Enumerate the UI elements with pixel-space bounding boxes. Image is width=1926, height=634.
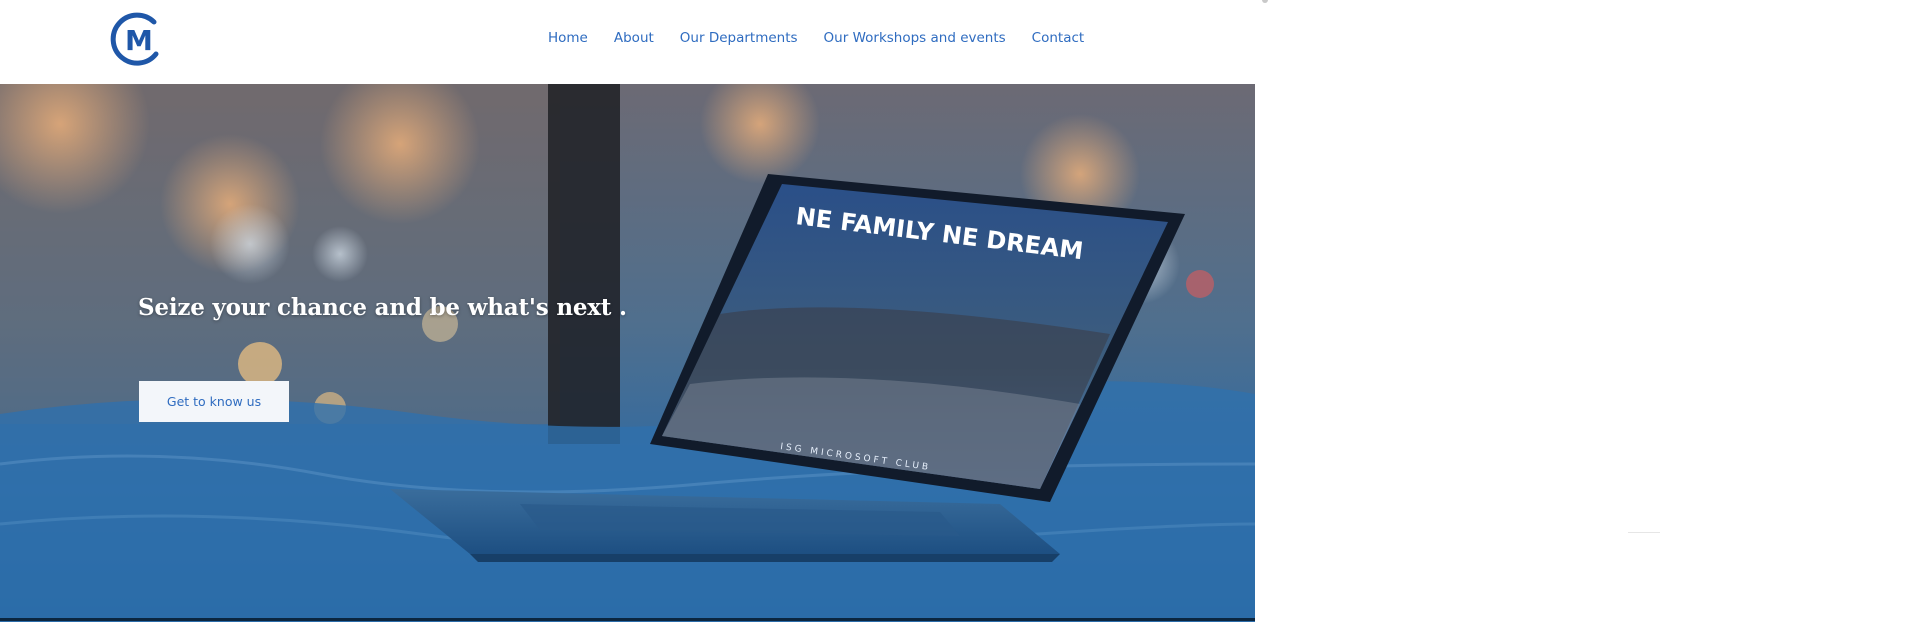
nav-home[interactable]: Home bbox=[548, 30, 588, 46]
nav-departments[interactable]: Our Departments bbox=[680, 30, 798, 46]
nav-contact[interactable]: Contact bbox=[1032, 30, 1085, 46]
hero-bottom-bar bbox=[0, 618, 1255, 621]
nav-workshops-events[interactable]: Our Workshops and events bbox=[824, 30, 1006, 46]
club-logo-icon[interactable]: M bbox=[108, 10, 164, 68]
hero-title: Seize your chance and be what's next . bbox=[138, 294, 627, 321]
get-to-know-us-button[interactable]: Get to know us bbox=[139, 381, 289, 422]
main-nav: Home About Our Departments Our Workshops… bbox=[548, 30, 1084, 46]
site-header: M Home About Our Departments Our Worksho… bbox=[0, 0, 1926, 84]
nav-about[interactable]: About bbox=[614, 30, 654, 46]
hero-background-image: NE FAMILY NE DREAM ISG MICROSOFT CLUB bbox=[0, 84, 1255, 622]
divider-line bbox=[1628, 532, 1660, 533]
hero-section: NE FAMILY NE DREAM ISG MICROSOFT CLUB Se… bbox=[0, 84, 1255, 622]
logo-letter: M bbox=[125, 24, 153, 57]
